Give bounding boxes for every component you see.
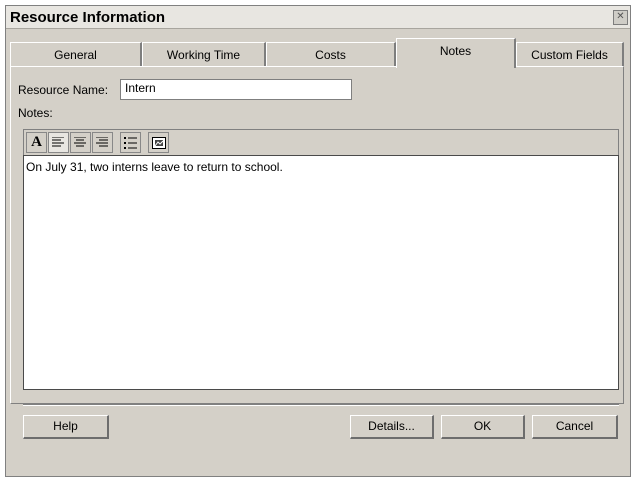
insert-object-icon[interactable] bbox=[148, 132, 169, 153]
tab-general[interactable]: General bbox=[10, 42, 142, 66]
cancel-button[interactable]: Cancel bbox=[532, 415, 618, 439]
close-icon[interactable]: ✕ bbox=[613, 10, 628, 25]
tab-working-time[interactable]: Working Time bbox=[142, 42, 266, 66]
notes-text: On July 31, two interns leave to return … bbox=[26, 160, 283, 174]
tab-notes[interactable]: Notes bbox=[396, 38, 516, 68]
tab-strip: General Working Time Costs Notes Custom … bbox=[10, 38, 624, 68]
title-bar: Resource Information ✕ bbox=[6, 6, 630, 29]
align-center-icon[interactable] bbox=[70, 132, 91, 153]
notes-toolbar: A bbox=[23, 129, 619, 155]
font-icon[interactable]: A bbox=[26, 132, 47, 153]
notes-label: Notes: bbox=[18, 106, 53, 120]
resource-information-dialog: Resource Information ✕ General Working T… bbox=[5, 5, 631, 477]
dialog-title: Resource Information bbox=[10, 9, 166, 26]
ok-button[interactable]: OK bbox=[441, 415, 525, 439]
align-right-icon[interactable] bbox=[92, 132, 113, 153]
tab-costs[interactable]: Costs bbox=[266, 42, 396, 66]
resource-name-field[interactable]: Intern bbox=[120, 79, 352, 100]
tab-custom-fields[interactable]: Custom Fields bbox=[516, 42, 624, 66]
details-button[interactable]: Details... bbox=[350, 415, 434, 439]
notes-textarea[interactable]: On July 31, two interns leave to return … bbox=[23, 155, 619, 390]
help-button[interactable]: Help bbox=[23, 415, 109, 439]
resource-name-label: Resource Name: bbox=[18, 83, 109, 97]
bullets-icon[interactable] bbox=[120, 132, 141, 153]
footer-separator bbox=[23, 404, 619, 406]
align-left-icon[interactable] bbox=[48, 132, 69, 153]
